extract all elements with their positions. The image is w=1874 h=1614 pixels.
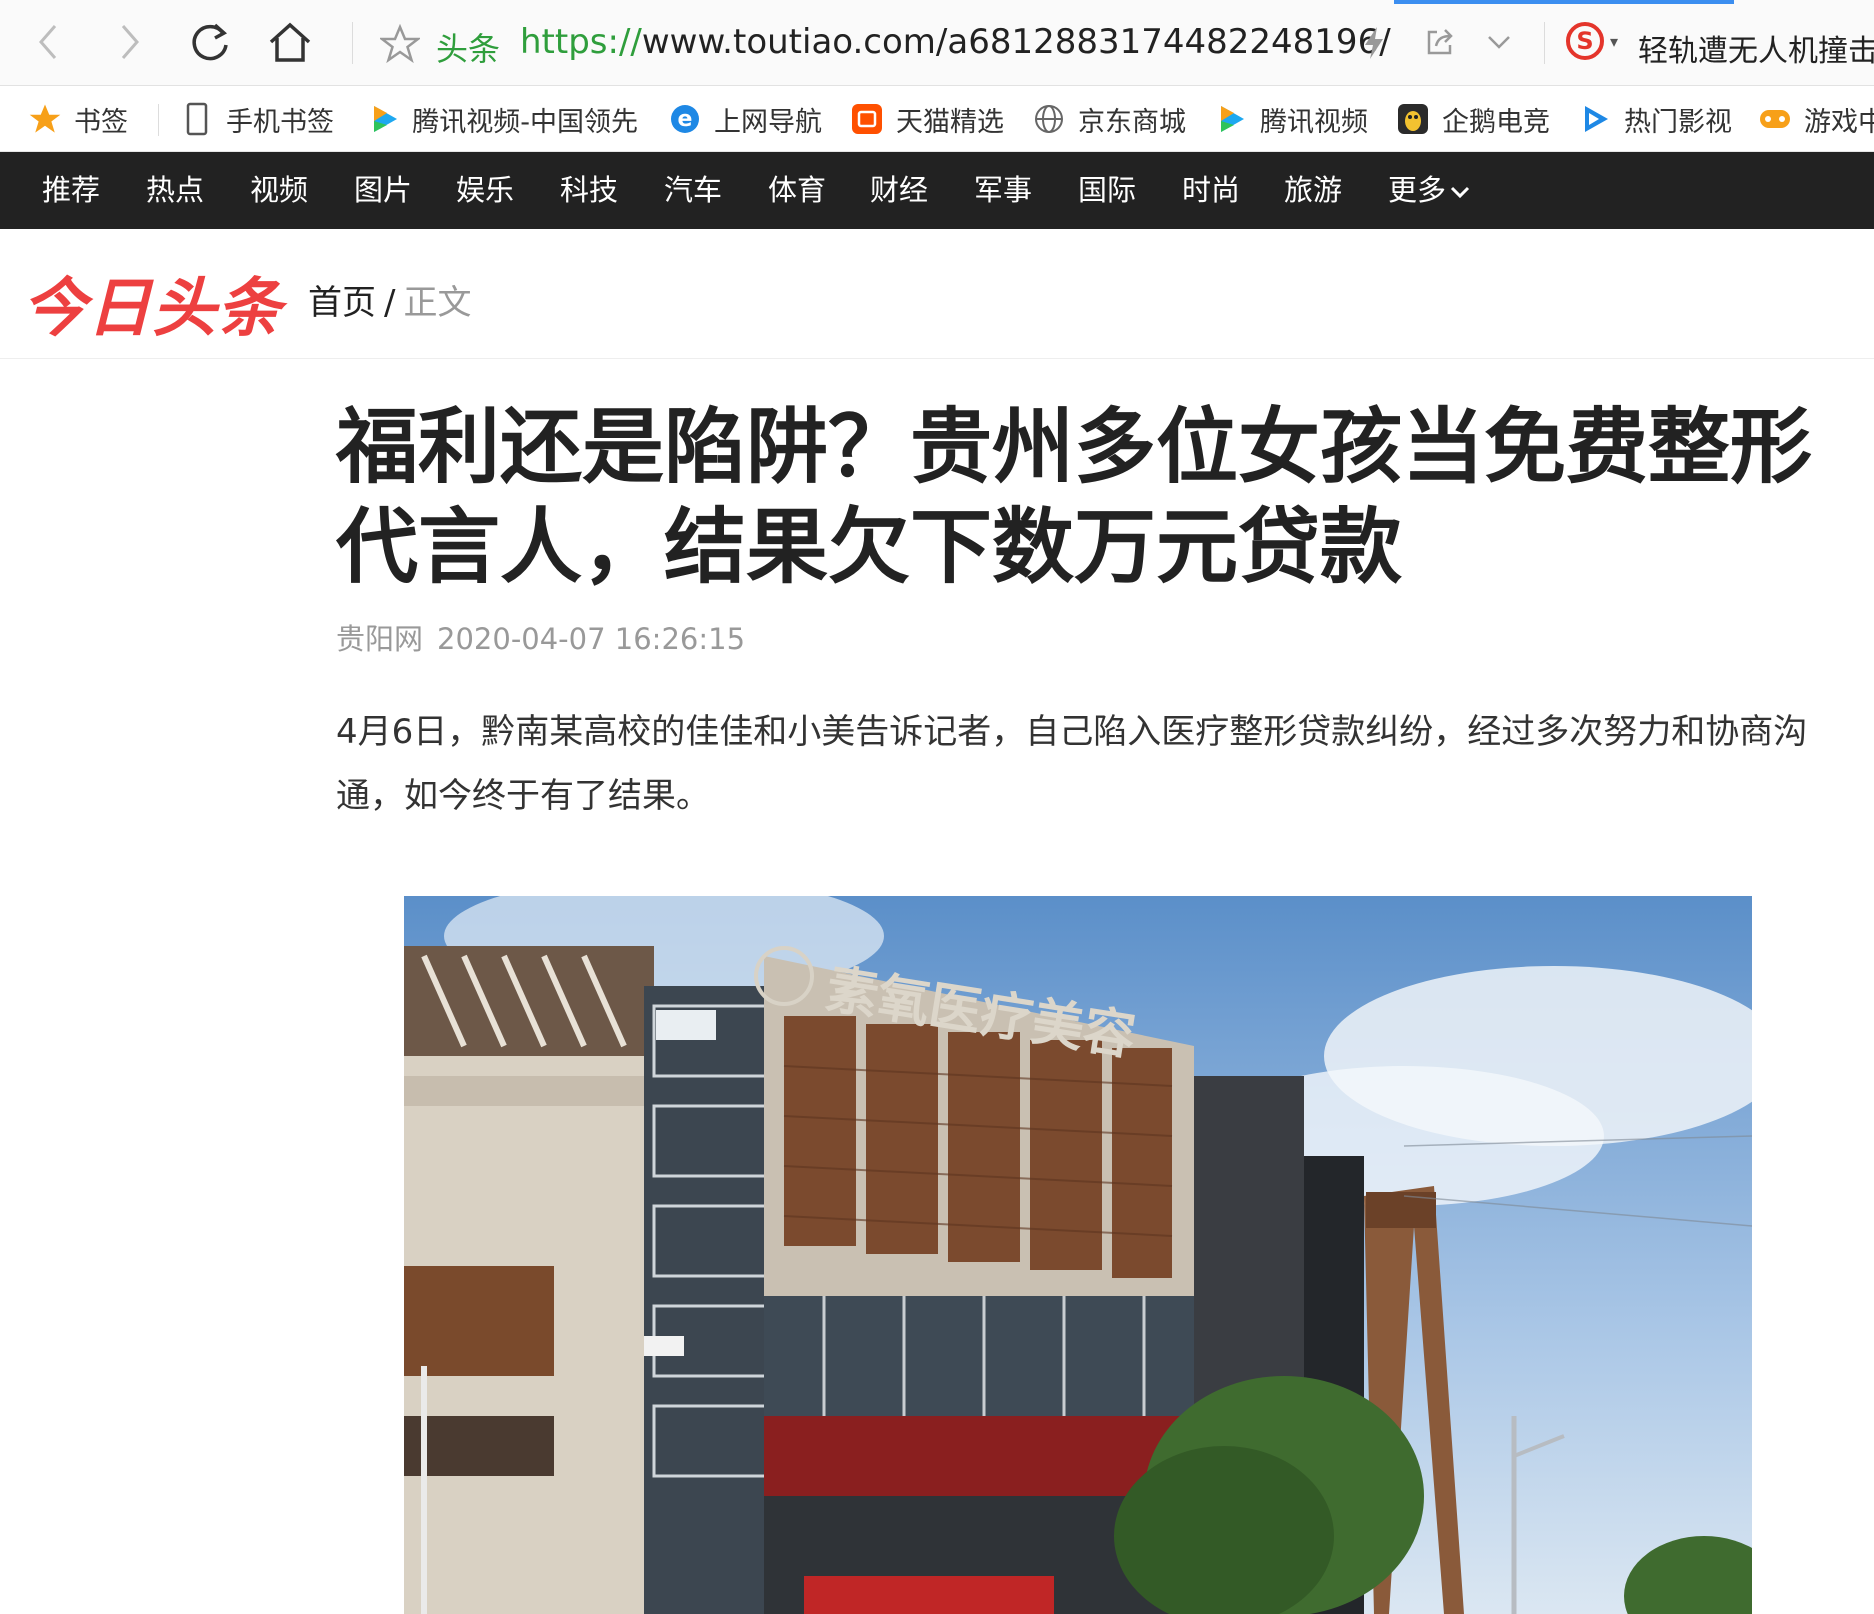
chevron-down-icon — [1450, 154, 1470, 231]
channel-tab[interactable]: 财经 — [870, 152, 928, 229]
bookmark-label: 书签 — [74, 106, 128, 138]
channel-tab[interactable]: 体育 — [768, 152, 826, 229]
bookmark-item[interactable]: 书签 — [28, 100, 128, 138]
bookmark-item[interactable]: 企鹅电竞 — [1396, 100, 1550, 138]
home-icon — [269, 22, 311, 62]
bookmark-label: 热门影视 — [1624, 106, 1732, 138]
channel-tab[interactable]: 视频 — [250, 152, 308, 229]
channel-tab[interactable]: 娱乐 — [456, 152, 514, 229]
bookmark-label: 京东商城 — [1078, 106, 1186, 138]
article-meta: 贵阳网 2020-04-07 16:26:15 — [336, 616, 745, 658]
forward-icon — [121, 25, 139, 59]
channel-nav: 推荐 热点 视频 图片 娱乐 科技 汽车 体育 财经 军事 国际 时尚 旅游 更… — [0, 152, 1874, 229]
home-button[interactable] — [266, 18, 314, 66]
channel-tab-more[interactable]: 更多 — [1388, 152, 1470, 229]
back-button[interactable] — [24, 18, 72, 66]
bookmark-label: 游戏中 — [1804, 106, 1874, 138]
loading-progress-bar — [1394, 0, 1734, 4]
channel-tab[interactable]: 时尚 — [1182, 152, 1240, 229]
ie-icon: e — [668, 102, 702, 136]
phone-icon — [180, 102, 214, 136]
channel-tab[interactable]: 旅游 — [1284, 152, 1342, 229]
search-engine-icon[interactable]: S — [1566, 22, 1604, 60]
svg-text:e: e — [678, 107, 693, 132]
bookmark-label: 上网导航 — [714, 106, 822, 138]
chevron-down-icon — [1488, 36, 1510, 49]
address-bar[interactable]: https://www.toutiao.com/a681288317448224… — [520, 22, 1391, 62]
share-icon — [1427, 29, 1453, 55]
star-icon — [378, 23, 422, 64]
bookmark-label: 腾讯视频-中国领先 — [412, 106, 638, 138]
lightning-button[interactable] — [1362, 26, 1386, 64]
bookmark-item[interactable]: 游戏中 — [1758, 100, 1874, 138]
article-title: 福利还是陷阱？贵州多位女孩当免费整形代言人，结果欠下数万元贷款 — [336, 400, 1813, 595]
channel-tab[interactable]: 推荐 — [42, 152, 100, 229]
taobao-icon — [850, 102, 884, 136]
search-engine-caret-icon[interactable]: ▾ — [1610, 32, 1618, 51]
channel-tab[interactable]: 汽车 — [664, 152, 722, 229]
lightning-icon — [1365, 27, 1383, 59]
bookmark-item[interactable]: 京东商城 — [1032, 100, 1186, 138]
breadcrumb-current: 正文 — [403, 283, 472, 323]
browser-toolbar: 头条 https://www.toutiao.com/a681288317448… — [0, 0, 1874, 86]
bookmark-item[interactable]: 热门影视 — [1578, 100, 1732, 138]
breadcrumb: 首页 / 正文 — [308, 275, 471, 324]
url-text: www.toutiao.com/a6812883174482248196/ — [641, 22, 1391, 62]
article-paragraph: 4月6日，黔南某高校的佳佳和小美告诉记者，自己陷入医疗整形贷款纠纷，经过多次努力… — [336, 712, 1808, 816]
bookmark-item[interactable]: 腾讯视频 — [1214, 100, 1368, 138]
play-icon — [1214, 102, 1248, 136]
favorite-star-button[interactable] — [378, 23, 422, 68]
dropdown-button[interactable] — [1486, 34, 1512, 54]
search-input[interactable]: 轻轨遭无人机撞击 — [1638, 26, 1874, 70]
site-header: 今日头条 首页 / 正文 — [0, 229, 1874, 359]
globe-icon — [1032, 102, 1066, 136]
channel-tab[interactable]: 科技 — [560, 152, 618, 229]
channel-tab[interactable]: 军事 — [974, 152, 1032, 229]
share-button[interactable] — [1424, 26, 1456, 62]
article-photo: 素氧医疗美容 — [404, 896, 1752, 1614]
bookmark-item[interactable]: e 上网导航 — [668, 100, 822, 138]
site-logo[interactable]: 今日头条 — [22, 257, 282, 349]
channel-tab[interactable]: 图片 — [354, 152, 412, 229]
play-icon — [1578, 102, 1612, 136]
channel-more-label: 更多 — [1388, 173, 1447, 207]
bookmark-label: 天猫精选 — [896, 106, 1004, 138]
star-icon — [28, 102, 62, 136]
bookmark-label: 手机书签 — [226, 106, 334, 138]
play-icon — [368, 102, 400, 136]
breadcrumb-separator: / — [384, 283, 396, 323]
breadcrumb-home-link[interactable]: 首页 — [308, 283, 376, 323]
forward-button[interactable] — [106, 18, 154, 66]
bookmark-item[interactable]: 手机书签 — [180, 100, 334, 138]
site-label: 头条 — [436, 30, 501, 68]
bookmark-item[interactable]: 天猫精选 — [850, 100, 1004, 138]
channel-tab[interactable]: 热点 — [146, 152, 204, 229]
gamepad-icon — [1758, 102, 1792, 136]
url-scheme: https:// — [520, 22, 642, 62]
bookmark-label: 腾讯视频 — [1260, 106, 1368, 138]
bookmark-item[interactable]: 腾讯视频-中国领先 — [368, 100, 638, 138]
bookmarks-bar: 书签 手机书签 腾讯视频-中国领先 e 上网导航 天猫精选 京东商城 腾讯视频 … — [0, 86, 1874, 152]
article-time: 2020-04-07 16:26:15 — [437, 622, 746, 656]
reload-button[interactable] — [186, 18, 234, 66]
back-icon — [39, 25, 57, 59]
reload-icon — [192, 23, 228, 61]
penguin-icon — [1396, 102, 1430, 136]
channel-tab[interactable]: 国际 — [1078, 152, 1136, 229]
article-source[interactable]: 贵阳网 — [336, 622, 423, 656]
bookmark-label: 企鹅电竞 — [1442, 106, 1550, 138]
